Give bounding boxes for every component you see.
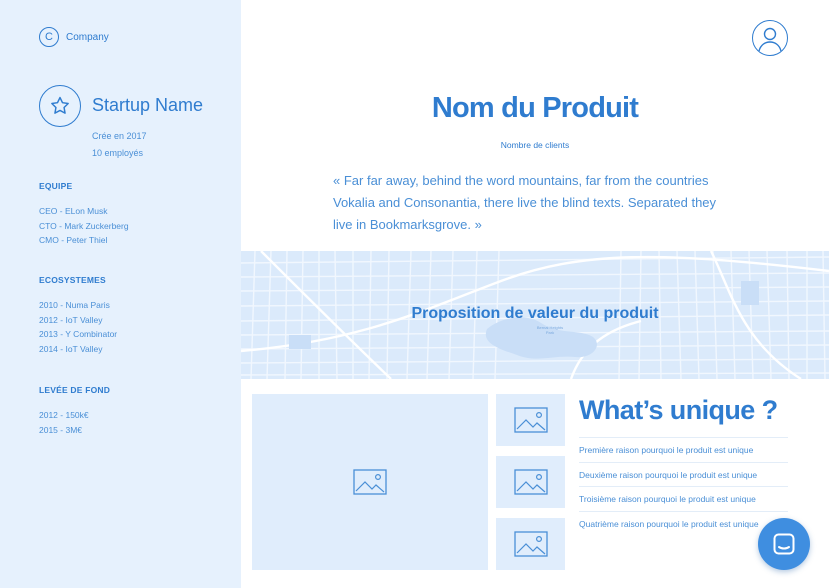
startup-name: Startup Name: [92, 95, 204, 115]
value-proposition-map: Proposition de valeur du produit Bernal …: [241, 251, 829, 379]
team-section: EQUIPE CEO - ELon Musk CTO - Mark Zucker…: [39, 181, 129, 248]
team-member: CMO - Peter Thiel: [39, 235, 108, 245]
map-place-label: Bernal Heights Park: [530, 325, 570, 335]
ecosystem-item: 2014 - IoT Valley: [39, 343, 103, 354]
startup-employees: 10 employés: [92, 148, 144, 158]
thumbnail-image[interactable]: [496, 394, 565, 446]
image-placeholder-icon: [513, 469, 548, 495]
map-place-label-line2: Park: [545, 330, 555, 335]
ecosystems-section: ECOSYSTEMES 2010 - Numa Paris 2012 - IoT…: [39, 275, 117, 356]
image-placeholder-icon: [353, 469, 387, 495]
image-placeholder-icon: [513, 531, 548, 557]
ecosystems-title: ECOSYSTEMES: [39, 275, 106, 285]
thumbnail-image[interactable]: [496, 456, 565, 508]
main-image-placeholder[interactable]: [252, 394, 488, 570]
user-avatar-icon[interactable]: [752, 20, 788, 56]
unique-reason: Première raison pourquoi le produit est …: [579, 437, 788, 462]
ecosystem-item: 2012 - IoT Valley: [39, 314, 103, 325]
funding-item: 2012 - 150k€: [39, 410, 89, 420]
ecosystem-item: 2010 - Numa Paris: [39, 300, 110, 310]
product-title: Nom du Produit: [431, 92, 639, 124]
main-content: Nom du Produit Nombre de clients « Far f…: [241, 0, 829, 588]
copyright-c-icon: C: [39, 27, 59, 47]
whats-unique-title: What’s unique ?: [579, 395, 778, 425]
funding-section: LEVÉE DE FOND 2012 - 150k€ 2015 - 3M€: [39, 385, 110, 437]
team-member: CEO - ELon Musk: [39, 206, 108, 216]
image-placeholder-icon: [513, 407, 548, 433]
chat-launcher-button[interactable]: [758, 518, 810, 570]
product-subtitle: Nombre de clients: [500, 140, 570, 150]
company-name: Company: [66, 31, 109, 43]
team-title: EQUIPE: [39, 181, 73, 191]
unique-reason: Quatrième raison pourquoi le produit est…: [579, 510, 788, 536]
funding-title: LEVÉE DE FOND: [39, 385, 111, 395]
unique-reason: Troisième raison pourquoi le produit est…: [579, 486, 788, 511]
chat-bubble-icon: [773, 533, 795, 555]
funding-item: 2015 - 3M€: [39, 424, 82, 435]
company-brand[interactable]: C Company: [39, 27, 109, 47]
team-member: CTO - Mark Zuckerberg: [39, 220, 129, 231]
value-proposition-title: Proposition de valeur du produit: [411, 305, 659, 322]
thumbnail-image[interactable]: [496, 518, 565, 570]
ecosystem-item: 2013 - Y Combinator: [39, 329, 118, 339]
unique-reason: Deuxième raison pourquoi le produit est …: [579, 461, 788, 487]
startup-founded: Crée en 2017: [92, 131, 147, 141]
sidebar: C Company Startup Name Crée en 2017 10 e…: [0, 0, 241, 588]
star-icon: [39, 85, 81, 127]
unique-reasons-list: Première raison pourquoi le produit est …: [579, 437, 788, 535]
startup-meta: Crée en 2017 10 employés: [92, 128, 147, 162]
product-quote: « Far far away, behind the word mountain…: [333, 173, 717, 232]
